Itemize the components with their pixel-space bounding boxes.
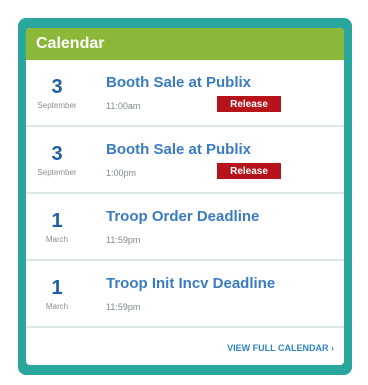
event-month: September <box>37 167 77 177</box>
calendar-panel: Calendar 3 September Booth Sale at Publi… <box>26 28 344 365</box>
event-time: 11:00am <box>106 101 141 111</box>
event-day: 3 <box>51 142 63 165</box>
event-day: 1 <box>51 209 63 232</box>
event-day: 3 <box>51 75 63 98</box>
event-date: 1 March <box>26 261 88 326</box>
event-date: 3 September <box>26 127 88 192</box>
event-date: 1 March <box>26 194 88 259</box>
event-month: March <box>45 234 69 244</box>
event-day: 1 <box>51 276 63 299</box>
event-date: 3 September <box>26 60 88 125</box>
event-month: March <box>45 301 69 311</box>
event-title-link[interactable]: Booth Sale at Publix <box>106 141 251 158</box>
calendar-event[interactable]: 3 September Booth Sale at Publix 1:00pm … <box>26 127 344 194</box>
event-title-link[interactable]: Troop Init Incv Deadline <box>106 275 275 292</box>
event-month: September <box>37 100 77 110</box>
calendar-widget: Calendar 3 September Booth Sale at Publi… <box>18 18 352 375</box>
release-badge: Release <box>217 163 281 179</box>
event-title-link[interactable]: Booth Sale at Publix <box>106 74 251 91</box>
event-time: 11:59pm <box>106 235 141 245</box>
calendar-event[interactable]: 1 March Troop Order Deadline 11:59pm <box>26 194 344 261</box>
event-title-link[interactable]: Troop Order Deadline <box>106 208 259 225</box>
view-full-calendar-link[interactable]: VIEW FULL CALENDAR › <box>227 343 334 353</box>
calendar-event[interactable]: 1 March Troop Init Incv Deadline 11:59pm <box>26 261 344 328</box>
event-time: 1:00pm <box>106 168 137 178</box>
release-badge: Release <box>217 96 281 112</box>
calendar-header: Calendar <box>26 28 344 60</box>
calendar-event[interactable]: 3 September Booth Sale at Publix 11:00am… <box>26 60 344 127</box>
event-time: 11:59pm <box>106 302 141 312</box>
calendar-title: Calendar <box>36 35 105 52</box>
